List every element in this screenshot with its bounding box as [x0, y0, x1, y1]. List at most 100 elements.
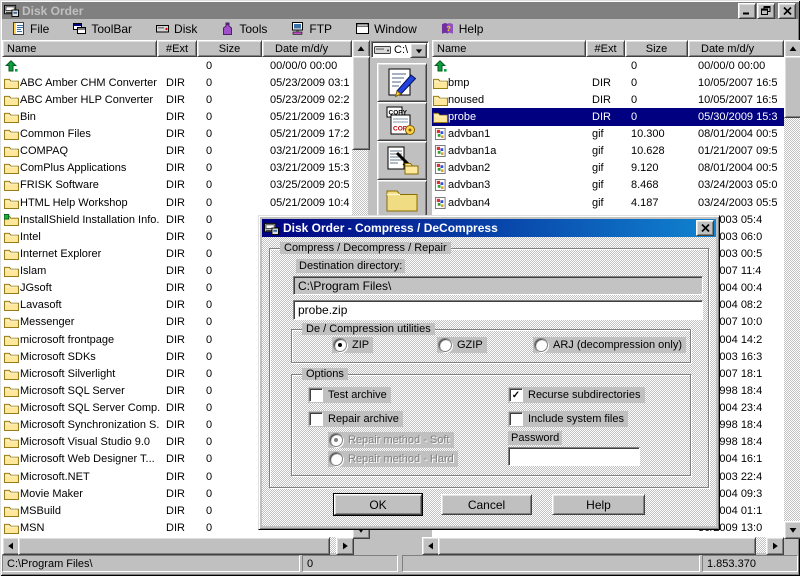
options-group-label: Options	[302, 368, 348, 380]
menu-tools[interactable]: Tools	[213, 20, 274, 38]
file-name: Microsoft Synchronization S...	[20, 419, 160, 431]
dialog-close-button[interactable]	[696, 220, 714, 236]
checkbox-repair-archive[interactable]: Repair archive	[308, 411, 403, 427]
radio-repair-method-soft[interactable]: Repair method - Soft	[328, 432, 454, 448]
file-ext: DIR	[160, 145, 200, 157]
new-folder-button[interactable]	[377, 180, 427, 219]
file-ext: DIR	[160, 77, 200, 89]
menu-file[interactable]: File	[4, 20, 56, 38]
directory-row[interactable]: ABC Amber CHM ConverterDIR005/23/2009 03…	[2, 74, 352, 91]
right-vscroll-down-button[interactable]	[784, 521, 800, 539]
close-icon	[701, 224, 710, 232]
up-icon	[2, 60, 20, 72]
drive-dropdown-button[interactable]	[410, 43, 427, 58]
file-ext: DIR	[160, 162, 200, 174]
file-size: 0	[200, 214, 265, 226]
ok-button[interactable]: OK	[334, 494, 422, 515]
directory-row[interactable]: Common FilesDIR005/21/2009 17:2	[2, 126, 352, 143]
menu-help[interactable]: ?Help	[433, 20, 491, 38]
folder-icon	[2, 299, 20, 311]
radio-repair-method-hard[interactable]: Repair method - Hard	[328, 451, 458, 467]
menu-label: ToolBar	[91, 22, 132, 36]
directory-row[interactable]: bmpDIR010/05/2007 16:5	[432, 74, 784, 91]
directory-row[interactable]: ABC Amber HLP ConverterDIR005/23/2009 02…	[2, 91, 352, 108]
copy-tool-icon: COPYCOPY	[384, 106, 420, 137]
right-column-header-date[interactable]: Date m/d/y	[688, 40, 784, 57]
radio-label: Repair method - Soft	[348, 434, 450, 446]
help-button[interactable]: Help	[552, 494, 645, 515]
file-ext: DIR	[160, 197, 200, 209]
right-column-header-ext[interactable]: #Ext	[586, 40, 625, 57]
dialog-title-bar[interactable]: Disk Order - Compress / DeCompress	[262, 219, 716, 237]
right-vscroll-thumb[interactable]	[784, 56, 800, 118]
file-row[interactable]: advban1gif10.30008/01/2004 00:5	[432, 126, 784, 143]
folder-icon	[2, 282, 20, 294]
checkbox-label: Repair archive	[328, 413, 399, 425]
right-hscroll-thumb[interactable]	[438, 537, 756, 555]
left-column-header-ext[interactable]: #Ext	[157, 40, 197, 57]
copy-button[interactable]: COPYCOPY	[377, 102, 427, 141]
destination-label: Destination directory:	[296, 259, 405, 273]
password-input[interactable]	[508, 447, 640, 466]
right-column-header-name[interactable]: Name	[432, 40, 586, 57]
archive-name-input[interactable]	[293, 300, 703, 320]
right-vscroll-track[interactable]	[784, 56, 800, 521]
move-button[interactable]	[377, 141, 427, 180]
close-button[interactable]	[778, 3, 796, 19]
menu-window[interactable]: Window	[348, 20, 424, 38]
folder-icon	[2, 77, 20, 89]
checkbox-test-archive[interactable]: Test archive	[308, 387, 391, 403]
file-date: 03/24/2003 05:5	[688, 197, 784, 209]
menu-ftp[interactable]: FTP	[283, 20, 339, 38]
file-ext: DIR	[160, 351, 200, 363]
restore-button[interactable]	[757, 3, 775, 19]
right-hscroll-right-button[interactable]	[766, 537, 784, 555]
menu-label: Help	[459, 22, 484, 36]
file-name: ABC Amber CHM Converter	[20, 77, 160, 89]
left-hscroll-right-button[interactable]	[336, 537, 354, 555]
window-title: Disk Order	[22, 4, 83, 18]
file-row[interactable]: advban2gif9.12008/01/2004 00:5	[432, 160, 784, 177]
directory-row[interactable]: COMPAQDIR003/21/2009 16:1	[2, 143, 352, 160]
directory-row[interactable]: nousedDIR010/05/2007 16:5	[432, 91, 784, 108]
menu-disk[interactable]: Disk	[148, 20, 204, 38]
radio-arj-decompression-only-[interactable]: ARJ (decompression only)	[533, 337, 686, 353]
checkbox-include-system-files[interactable]: Include system files	[508, 411, 628, 427]
edit-button[interactable]	[377, 63, 427, 102]
left-vscroll-thumb[interactable]	[352, 56, 370, 150]
directory-row[interactable]: FRISK SoftwareDIR003/25/2009 20:5	[2, 177, 352, 194]
chevron-down-icon	[415, 47, 423, 55]
file-row[interactable]: advban1agif10.62801/21/2007 09:5	[432, 143, 784, 160]
left-column-header-size[interactable]: Size	[197, 40, 262, 57]
file-row[interactable]: advban3gif8.46803/24/2003 05:0	[432, 177, 784, 194]
minimize-button[interactable]	[738, 3, 756, 19]
menu-toolbar[interactable]: ToolBar	[65, 20, 139, 38]
file-row[interactable]: advban4gif4.18703/24/2003 05:5	[432, 194, 784, 211]
checkbox-icon	[309, 412, 323, 426]
directory-row[interactable]: ComPlus ApplicationsDIR003/21/2009 15:3	[2, 160, 352, 177]
right-column-header-size[interactable]: Size	[625, 40, 688, 57]
radio-gzip[interactable]: GZIP	[437, 337, 487, 353]
file-name: Common Files	[20, 128, 160, 140]
radio-zip[interactable]: ZIP	[332, 337, 373, 353]
directory-row[interactable]: HTML Help WorkshopDIR005/21/2009 10:4	[2, 194, 352, 211]
title-bar[interactable]: Disk Order	[2, 2, 798, 19]
directory-row[interactable]: BinDIR005/21/2009 16:3	[2, 108, 352, 125]
file-size: 0	[200, 488, 265, 500]
menu-label: Disk	[174, 22, 197, 36]
directory-row[interactable]: probeDIR005/30/2009 15:3	[432, 108, 784, 125]
file-size: 0	[200, 179, 265, 191]
file-size: 0	[625, 111, 688, 123]
left-column-header-name[interactable]: Name	[2, 40, 157, 57]
left-hscroll-thumb[interactable]	[18, 537, 330, 555]
folder-shared-icon	[2, 214, 20, 226]
left-column-header-date[interactable]: Date m/d/y	[262, 40, 352, 57]
cancel-button[interactable]: Cancel	[441, 494, 532, 515]
parent-directory-row[interactable]: 000/00/0 00:00	[432, 57, 784, 74]
checkbox-recurse-subdirectories[interactable]: ✓Recurse subdirectories	[508, 387, 645, 403]
drive-selector[interactable]: C:\	[371, 41, 429, 58]
drive-value: C:\	[394, 44, 408, 56]
checkbox-icon	[509, 412, 523, 426]
parent-directory-row[interactable]: 000/00/0 00:00	[2, 57, 352, 74]
folder-icon	[2, 419, 20, 431]
